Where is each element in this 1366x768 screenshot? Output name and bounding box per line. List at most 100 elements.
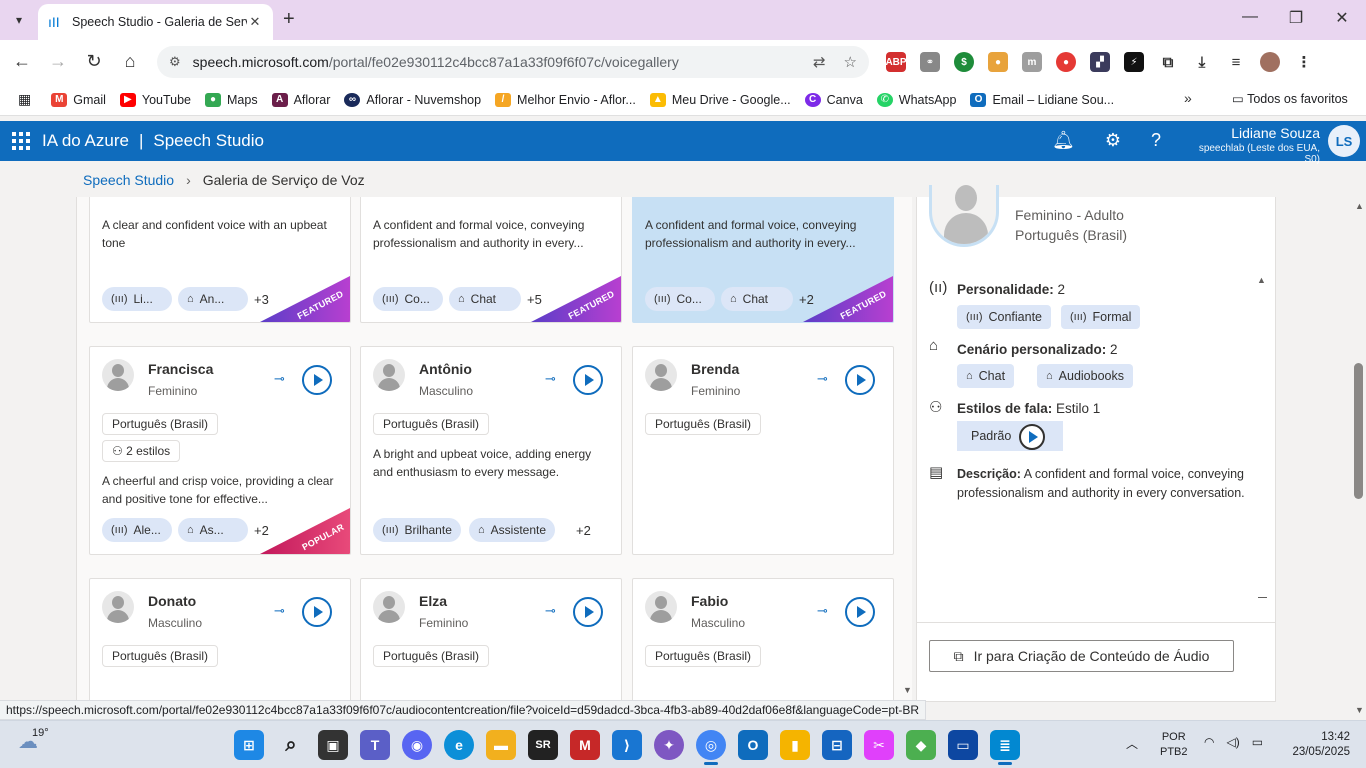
- panel-scroll-up-icon[interactable]: ▲: [1257, 275, 1266, 285]
- extension-icon[interactable]: ●: [1056, 52, 1076, 72]
- extension-icon[interactable]: ●: [988, 52, 1008, 72]
- media-control-icon[interactable]: ≡: [1226, 52, 1246, 72]
- address-bar[interactable]: ⚙ speech.microsoft.com/portal/fe02e93011…: [157, 46, 869, 78]
- download-icon[interactable]: ⤓: [1192, 52, 1212, 72]
- scenario-chip[interactable]: ⌂ An...: [178, 287, 248, 311]
- voice-card[interactable]: Antônio Masculino ⊸ Português (Brasil) A…: [360, 346, 622, 555]
- bookmark-maps[interactable]: ● Maps: [205, 92, 258, 107]
- bookmark-gmail[interactable]: M Gmail: [51, 92, 106, 107]
- money-extension-icon[interactable]: $: [954, 52, 974, 72]
- sumatra-icon[interactable]: SR: [528, 730, 558, 760]
- personality-chip[interactable]: (ııı) Co...: [373, 287, 443, 311]
- all-bookmarks[interactable]: ▭ Todos os favoritos: [1232, 91, 1348, 106]
- clock[interactable]: 13:42 23/05/2025: [1288, 730, 1350, 760]
- play-sample-button[interactable]: [845, 365, 875, 395]
- page-scroll-down-icon[interactable]: ▼: [1355, 705, 1364, 715]
- reload-icon[interactable]: ↻: [82, 51, 106, 72]
- bookmark-star-icon[interactable]: ☆: [844, 53, 857, 71]
- voice-card[interactable]: A clear and confident voice with an upbe…: [89, 197, 351, 323]
- bookmark-email[interactable]: O Email – Lidiane Sou...: [970, 92, 1114, 107]
- bookmark-drive[interactable]: ▲ Meu Drive - Google...: [649, 92, 791, 107]
- user-avatar[interactable]: LS: [1328, 125, 1360, 157]
- copilot-icon[interactable]: ✦: [654, 730, 684, 760]
- play-sample-button[interactable]: [302, 597, 332, 627]
- chrome-icon[interactable]: ◎: [696, 730, 726, 765]
- bookmark-melhor-envio[interactable]: / Melhor Envio - Aflor...: [495, 92, 636, 107]
- profile-avatar-icon[interactable]: [1260, 52, 1280, 72]
- pin-icon[interactable]: ⊸: [817, 603, 828, 619]
- azure-ai-title[interactable]: IA do Azure: [42, 131, 129, 151]
- notepad-icon[interactable]: ≣: [990, 730, 1020, 765]
- scenario-chip[interactable]: ⌂ Assistente: [469, 518, 556, 542]
- gallery-scrollbar[interactable]: ▼: [900, 197, 914, 700]
- extension-icon[interactable]: ▞: [1090, 52, 1110, 72]
- apps-grid-icon[interactable]: ▦: [18, 91, 31, 108]
- play-style-button[interactable]: [1019, 424, 1045, 450]
- close-tab-icon[interactable]: ✕: [247, 14, 263, 30]
- pin-icon[interactable]: ⊸: [545, 603, 556, 619]
- search-icon[interactable]: ⌕: [276, 730, 306, 760]
- voice-card[interactable]: Francisca Feminino ⊸ Português (Brasil) …: [89, 346, 351, 555]
- bookmark-nuvemshop[interactable]: ∞ Aflorar - Nuvemshop: [344, 92, 481, 107]
- scroll-down-icon[interactable]: ▼: [903, 685, 912, 695]
- start-windows-icon[interactable]: ⊞: [234, 730, 264, 760]
- mcafee-icon[interactable]: M: [570, 730, 600, 760]
- pin-icon[interactable]: ⊸: [817, 371, 828, 387]
- pin-icon[interactable]: ⊸: [274, 371, 285, 387]
- extension-icon[interactable]: ⚡: [1124, 52, 1144, 72]
- bookmark-whatsapp[interactable]: ✆ WhatsApp: [876, 92, 956, 107]
- go-to-audio-content-creation-button[interactable]: ⧉ Ir para Criação de Conteúdo de Áudio: [929, 640, 1234, 672]
- page-scroll-thumb[interactable]: [1354, 363, 1363, 499]
- speech-studio-title[interactable]: Speech Studio: [153, 131, 264, 151]
- power-bi-icon[interactable]: ▮: [780, 730, 810, 760]
- maximize-icon[interactable]: ❐: [1276, 8, 1316, 28]
- store-icon[interactable]: ⊟: [822, 730, 852, 760]
- scenario-chip[interactable]: ⌂ Chat: [449, 287, 521, 311]
- bookmark-youtube[interactable]: ▶ YouTube: [119, 92, 191, 107]
- discord-icon[interactable]: ◉: [402, 730, 432, 760]
- remote-desktop-icon[interactable]: ▭: [948, 730, 978, 760]
- notifications-bell-icon[interactable]: 🔔︎: [1052, 130, 1075, 151]
- translate-icon[interactable]: ⇄: [813, 53, 826, 71]
- page-scrollbar[interactable]: ▲ ▼: [1352, 197, 1366, 720]
- personality-chip[interactable]: (ııı) Co...: [645, 287, 715, 311]
- forward-icon[interactable]: →: [46, 51, 70, 72]
- more-bookmarks-icon[interactable]: »: [1184, 90, 1192, 106]
- site-info-icon[interactable]: ⚙: [169, 54, 181, 70]
- bookmark-canva[interactable]: C Canva: [804, 92, 863, 107]
- user-info[interactable]: Lidiane Souza speechlab (Leste dos EUA, …: [1186, 125, 1320, 165]
- battery-icon[interactable]: ▭: [1252, 735, 1263, 749]
- voice-card[interactable]: Brenda Feminino ⊸ Português (Brasil): [632, 346, 894, 555]
- puzzle-extensions-icon[interactable]: ⧉: [1158, 52, 1178, 72]
- teams-icon[interactable]: T: [360, 730, 390, 760]
- extension-icon[interactable]: ⚭: [920, 52, 940, 72]
- browser-menu-icon[interactable]: ⋮: [1294, 52, 1314, 72]
- app-launcher-icon[interactable]: [12, 132, 30, 150]
- play-sample-button[interactable]: [845, 597, 875, 627]
- help-icon[interactable]: ?: [1151, 130, 1161, 151]
- task-view-icon[interactable]: ▣: [318, 730, 348, 760]
- voice-card[interactable]: A confident and formal voice, conveying …: [360, 197, 622, 323]
- input-language[interactable]: POR PTB2: [1160, 730, 1188, 760]
- speaking-style-padrao[interactable]: Padrão: [957, 421, 1063, 451]
- wifi-icon[interactable]: ◠: [1204, 735, 1214, 749]
- home-icon[interactable]: ⌂: [118, 51, 142, 72]
- personality-chip[interactable]: (ııı) Brilhante: [373, 518, 461, 542]
- play-sample-button[interactable]: [573, 365, 603, 395]
- pin-icon[interactable]: ⊸: [274, 603, 285, 619]
- minimize-icon[interactable]: —: [1230, 8, 1270, 26]
- new-tab-icon[interactable]: +: [283, 8, 295, 31]
- bookmark-aflorar[interactable]: A Aflorar: [271, 92, 330, 107]
- tab-search-icon[interactable]: ▾: [8, 9, 30, 31]
- close-window-icon[interactable]: ✕: [1322, 8, 1362, 28]
- play-sample-button[interactable]: [302, 365, 332, 395]
- weather-widget[interactable]: ☁ 19°: [18, 727, 49, 754]
- file-explorer-icon[interactable]: ▬: [486, 730, 516, 760]
- app-icon[interactable]: ◆: [906, 730, 936, 760]
- chevron-up-icon[interactable]: ︿: [1126, 735, 1138, 752]
- outlook-taskbar-icon[interactable]: O: [738, 730, 768, 760]
- snipping-tool-icon[interactable]: ✂: [864, 730, 894, 760]
- personality-chip[interactable]: (ııı) Li...: [102, 287, 172, 311]
- play-sample-button[interactable]: [573, 597, 603, 627]
- edge-icon[interactable]: e: [444, 730, 474, 760]
